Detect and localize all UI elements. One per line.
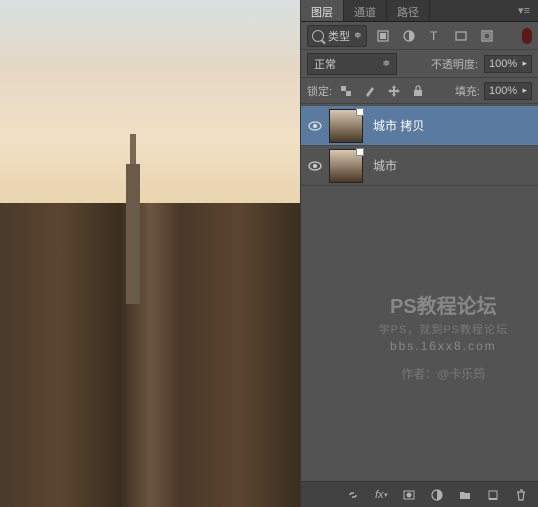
layers-bottom-bar: fx▾ (301, 481, 538, 507)
lock-all-icon[interactable] (408, 81, 428, 101)
layers-list: 城市 拷贝 城市 PS教程论坛 学PS，就到PS教程论坛 bbs.16xx8.c… (301, 104, 538, 481)
opacity-value: 100% (489, 58, 517, 70)
lock-brush-icon[interactable] (360, 81, 380, 101)
panel-menu-icon[interactable]: ▾≡ (510, 0, 538, 21)
layer-filter-select[interactable]: 类型 ≑ (307, 25, 367, 47)
chevron-icon: ▸ (522, 85, 527, 96)
new-layer-icon[interactable] (482, 485, 504, 505)
tab-paths[interactable]: 路径 (387, 0, 430, 21)
canvas-sky (0, 0, 300, 228)
filter-shape-icon[interactable] (451, 26, 471, 46)
visibility-eye-icon[interactable] (305, 156, 325, 176)
fill-input[interactable]: 100% ▸ (484, 82, 532, 100)
link-layers-icon[interactable] (342, 485, 364, 505)
filter-pixel-icon[interactable] (373, 26, 393, 46)
layer-row[interactable]: 城市 (301, 146, 538, 186)
chevron-icon: ▸ (522, 58, 527, 69)
svg-text:T: T (430, 29, 438, 43)
chevron-down-icon: ≑ (382, 58, 390, 69)
filter-smart-icon[interactable] (477, 26, 497, 46)
watermark-url: bbs.16xx8.com (379, 339, 508, 353)
watermark-author: 作者：@卡乐筠 (379, 365, 508, 382)
tab-channels[interactable]: 通道 (344, 0, 387, 21)
fill-value: 100% (489, 85, 517, 97)
lock-transparent-icon[interactable] (336, 81, 356, 101)
filter-toolbar: 类型 ≑ T (301, 22, 538, 50)
layer-row[interactable]: 城市 拷贝 (301, 106, 538, 146)
layer-thumbnail[interactable] (329, 109, 363, 143)
opacity-input[interactable]: 100% ▸ (484, 55, 532, 73)
trash-icon[interactable] (510, 485, 532, 505)
canvas-tower (126, 164, 140, 304)
layer-name[interactable]: 城市 (373, 157, 397, 174)
blend-toolbar: 正常 ≑ 不透明度: 100% ▸ (301, 50, 538, 78)
lock-label: 锁定: (307, 83, 332, 99)
adjustment-icon[interactable] (426, 485, 448, 505)
layer-name[interactable]: 城市 拷贝 (373, 117, 424, 134)
lock-toolbar: 锁定: 填充: 100% ▸ (301, 78, 538, 104)
filter-switch-icon[interactable] (522, 28, 532, 44)
canvas-buildings (0, 203, 300, 507)
watermark-title: PS教程论坛 (379, 290, 508, 319)
layer-thumbnail[interactable] (329, 149, 363, 183)
filter-adjust-icon[interactable] (399, 26, 419, 46)
chevron-icon: ≑ (354, 30, 362, 41)
visibility-eye-icon[interactable] (305, 116, 325, 136)
fill-label: 填充: (455, 83, 480, 99)
layers-panel: 图层 通道 路径 ▾≡ 类型 ≑ T 正常 ≑ 不透明度: 100% ▸ 锁定: (300, 0, 538, 507)
watermark: PS教程论坛 学PS，就到PS教程论坛 bbs.16xx8.com 作者：@卡乐… (379, 290, 508, 382)
watermark-sub: 学PS，就到PS教程论坛 (379, 321, 508, 337)
filter-text-icon[interactable]: T (425, 26, 445, 46)
lock-move-icon[interactable] (384, 81, 404, 101)
mask-icon[interactable] (398, 485, 420, 505)
filter-label: 类型 (328, 28, 350, 44)
group-icon[interactable] (454, 485, 476, 505)
panel-tabs: 图层 通道 路径 ▾≡ (301, 0, 538, 22)
fx-icon[interactable]: fx▾ (370, 485, 392, 505)
document-canvas[interactable] (0, 0, 300, 507)
search-icon (312, 30, 324, 42)
blend-mode-value: 正常 (314, 56, 336, 72)
opacity-label: 不透明度: (431, 56, 478, 72)
tab-layers[interactable]: 图层 (301, 0, 344, 21)
blend-mode-select[interactable]: 正常 ≑ (307, 53, 397, 75)
